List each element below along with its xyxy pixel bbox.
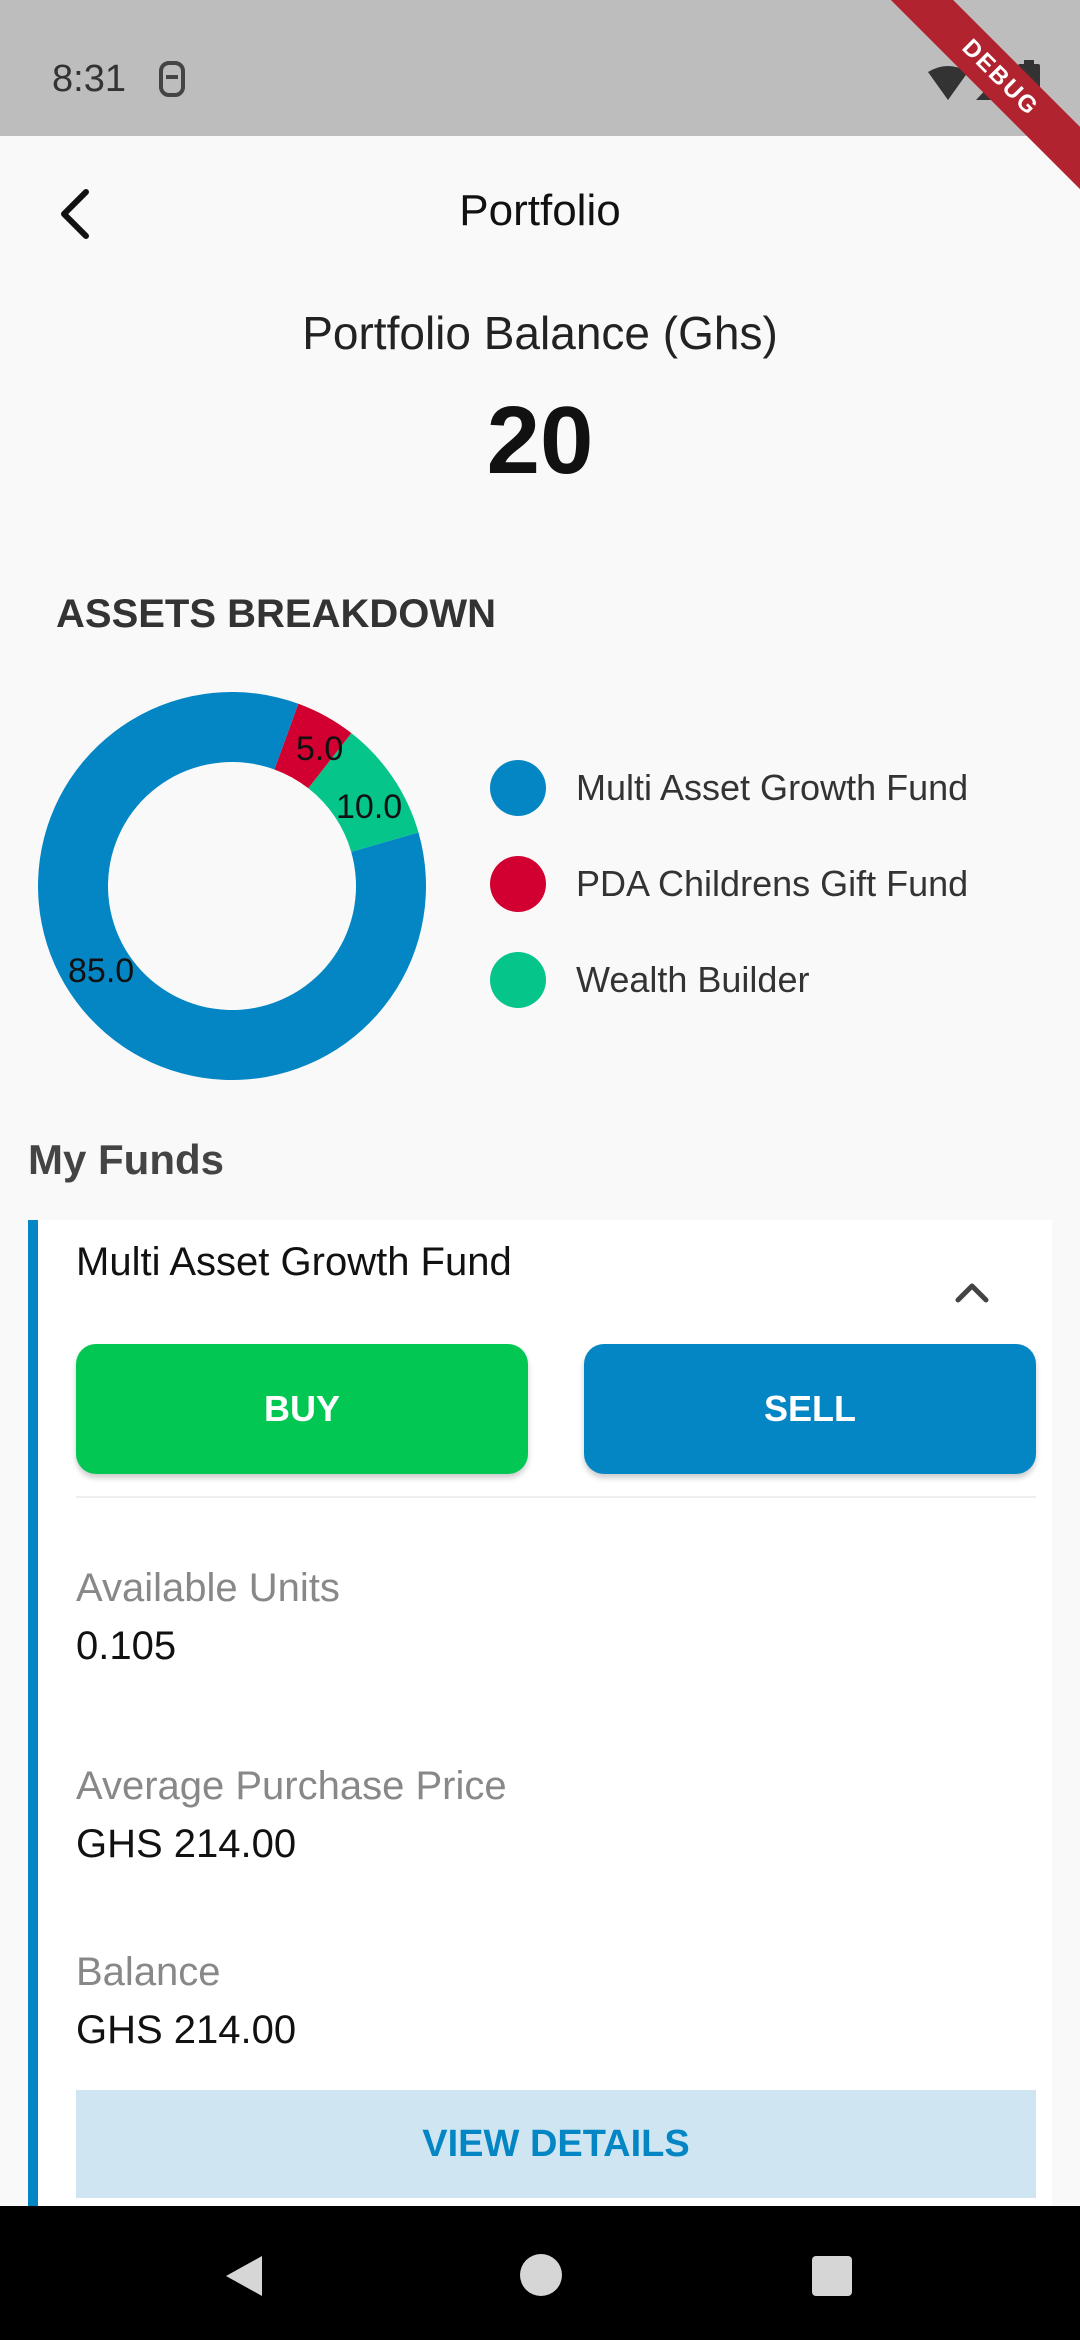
nav-recents-icon[interactable]	[812, 2256, 852, 2296]
slice-value-label: 5.0	[296, 730, 343, 768]
legend-dot	[490, 856, 546, 912]
legend-label: Multi Asset Growth Fund	[576, 767, 969, 808]
legend-dot	[490, 760, 546, 816]
slice-value-label: 10.0	[336, 788, 402, 826]
my-funds-title: My Funds	[28, 1136, 224, 1183]
legend-label: PDA Childrens Gift Fund	[576, 863, 969, 904]
status-bar: 8:31 DEBUG	[0, 0, 1080, 200]
avg-purchase-price-label: Average Purchase Price	[76, 1764, 507, 1808]
sell-button[interactable]: SELL	[584, 1344, 1036, 1474]
legend-item-multi-asset: Multi Asset Growth Fund	[490, 740, 968, 836]
fund-name: Multi Asset Growth Fund	[76, 1240, 512, 1284]
status-time: 8:31	[52, 58, 126, 100]
nav-home-icon[interactable]	[520, 2254, 562, 2296]
available-units-value: 0.105	[76, 1624, 177, 1668]
view-details-button[interactable]: VIEW DETAILS	[76, 2090, 1036, 2198]
fund-card: Multi Asset Growth Fund BUY SELL Availab…	[28, 1220, 1052, 2220]
balance-label: Balance	[76, 1950, 221, 1994]
slice-value-label: 85.0	[68, 952, 134, 990]
buy-button[interactable]: BUY	[76, 1344, 528, 1474]
chart-legend: Multi Asset Growth Fund PDA Childrens Gi…	[490, 740, 968, 1028]
sim-icon	[159, 61, 185, 97]
available-units-label: Available Units	[76, 1566, 340, 1610]
legend-item-wealth-builder: Wealth Builder	[490, 932, 968, 1028]
portfolio-balance-label: Portfolio Balance (Ghs)	[302, 307, 778, 359]
legend-item-pda-childrens: PDA Childrens Gift Fund	[490, 836, 968, 932]
app-bar: Portfolio	[0, 136, 1080, 292]
nav-back-icon[interactable]	[222, 2254, 266, 2298]
system-nav-bar	[0, 2206, 1080, 2340]
legend-label: Wealth Builder	[576, 959, 810, 1000]
avg-purchase-price-value: GHS 214.00	[76, 1822, 297, 1866]
legend-dot	[490, 952, 546, 1008]
assets-donut-chart: 85.0 5.0 10.0	[38, 692, 426, 1080]
balance-value: GHS 214.00	[76, 2008, 297, 2052]
chevron-up-icon[interactable]	[952, 1272, 992, 1312]
divider	[76, 1496, 1036, 1498]
assets-breakdown-title: ASSETS BREAKDOWN	[56, 592, 497, 636]
portfolio-balance-value: 20	[486, 387, 594, 494]
page-title: Portfolio	[459, 186, 621, 235]
